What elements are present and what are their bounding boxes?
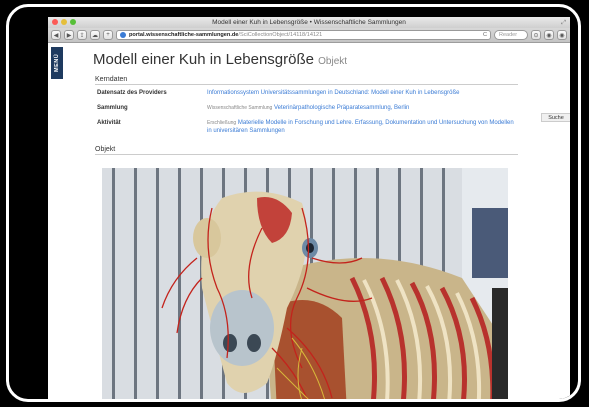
downloads-icon[interactable]: ⊙ xyxy=(531,30,541,40)
window-controls xyxy=(52,19,76,25)
page-content: MENÜ Suche Modell einer Kuh in Lebensgrö… xyxy=(48,43,570,399)
row-label: Sammlung xyxy=(97,105,128,111)
menu-tab[interactable]: MENÜ xyxy=(51,47,63,79)
title-bar: Modell einer Kuh in Lebensgröße • Wissen… xyxy=(48,17,570,28)
extension-icon-2[interactable]: ◉ xyxy=(557,30,567,40)
close-window-button[interactable] xyxy=(52,19,58,25)
minimize-window-button[interactable] xyxy=(61,19,67,25)
sammlung-link[interactable]: Veterinärpathologische Präparatesammlung… xyxy=(274,105,409,111)
zoom-window-button[interactable] xyxy=(70,19,76,25)
extension-icon[interactable]: ◉ xyxy=(544,30,554,40)
forward-icon[interactable]: ▶ xyxy=(64,30,74,40)
row-label: Datensatz des Providers xyxy=(97,90,167,96)
page-title-text: Modell einer Kuh in Lebensgröße xyxy=(93,51,314,68)
url-path: /SciCollectionObject/14118/14121 xyxy=(238,32,323,38)
search-field[interactable]: Reader xyxy=(494,30,528,40)
object-photo[interactable] xyxy=(102,168,508,399)
search-tab[interactable]: Suche xyxy=(541,113,570,122)
browser-toolbar: ◀ ▶ ⇪ ☁ + portal.wissenschaftliche-samml… xyxy=(48,28,570,43)
window-title: Modell einer Kuh in Lebensgröße • Wissen… xyxy=(212,19,406,26)
row-label: Aktivität xyxy=(97,120,121,126)
aktivitaet-link[interactable]: Materielle Modelle in Forschung und Lehr… xyxy=(207,120,514,134)
reload-icon[interactable]: C xyxy=(483,32,490,38)
provider-link[interactable]: Informationssystem Universitätssammlunge… xyxy=(207,89,517,97)
row-tag: Erschließung xyxy=(207,120,237,126)
cow-model-image xyxy=(102,168,508,399)
lock-icon xyxy=(120,32,126,38)
fullscreen-icon[interactable]: ⤢ xyxy=(561,18,566,29)
row-tag: Wissenschaftliche Sammlung xyxy=(207,105,273,111)
device-frame: Modell einer Kuh in Lebensgröße • Wissen… xyxy=(6,4,581,402)
page-title-suffix: Objekt xyxy=(318,56,348,67)
objekt-heading: Objekt xyxy=(95,146,518,155)
add-tab-icon[interactable]: + xyxy=(103,30,113,40)
page-title: Modell einer Kuh in Lebensgröße Objekt xyxy=(93,51,347,68)
url-host: portal.wissenschaftliche-sammlungen.de xyxy=(129,32,239,38)
cloud-icon[interactable]: ☁ xyxy=(90,30,100,40)
share-icon[interactable]: ⇪ xyxy=(77,30,87,40)
browser-window: Modell einer Kuh in Lebensgröße • Wissen… xyxy=(48,17,570,399)
back-icon[interactable]: ◀ xyxy=(51,30,61,40)
kerndaten-heading: Kerndaten xyxy=(95,76,518,85)
address-bar[interactable]: portal.wissenschaftliche-sammlungen.de/S… xyxy=(116,30,491,40)
